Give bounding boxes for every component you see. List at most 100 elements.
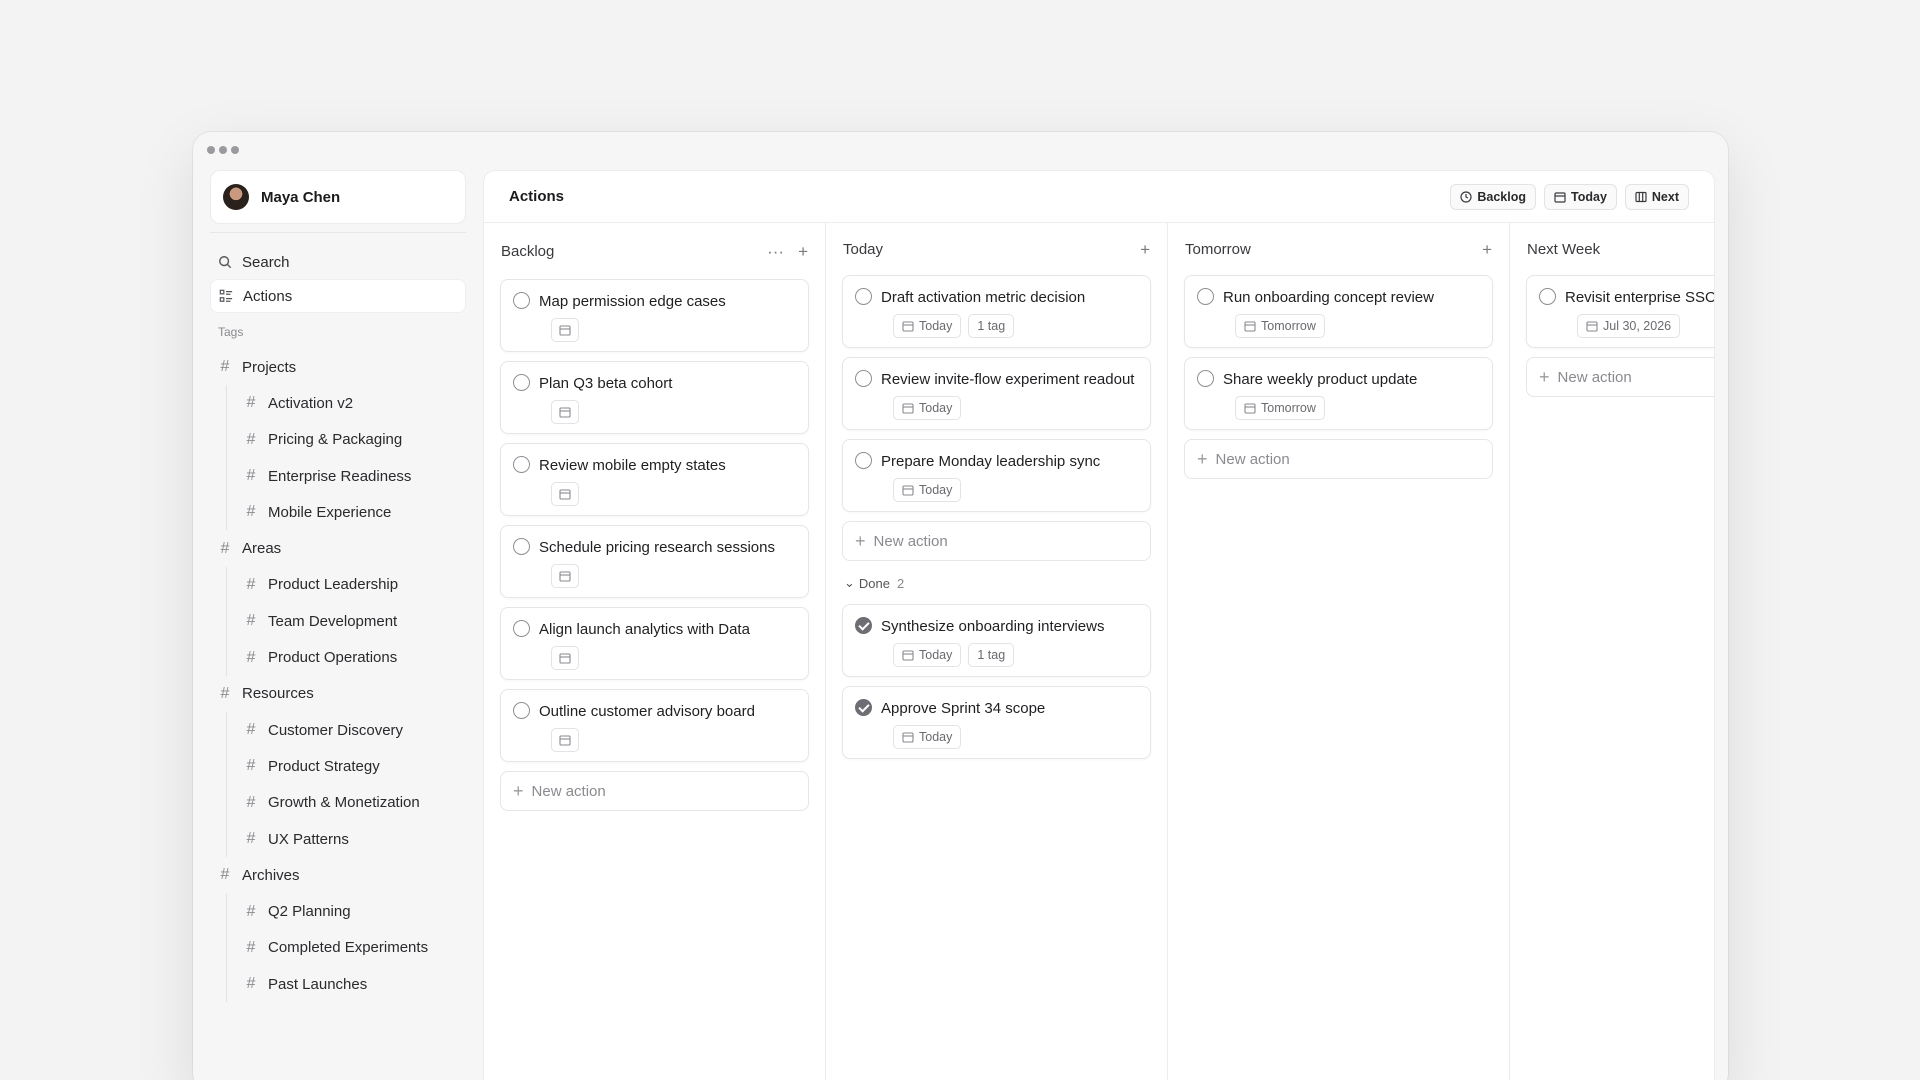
date-picker-chip[interactable] — [551, 482, 579, 506]
tag-pricing-packaging[interactable]: # Pricing & Packaging — [244, 422, 466, 458]
add-icon[interactable]: + — [1482, 241, 1492, 258]
new-action-label: New action — [1215, 450, 1290, 468]
tag-completed-experiments[interactable]: # Completed Experiments — [244, 930, 466, 966]
new-action-button[interactable]: + New action — [1526, 357, 1714, 397]
tag-areas[interactable]: # Areas — [210, 530, 466, 566]
tag-product-operations[interactable]: # Product Operations — [244, 639, 466, 675]
column-today: Today + Draft activation metric decision… — [826, 223, 1168, 1080]
tag-label: Archives — [242, 866, 300, 884]
calendar-icon — [902, 650, 914, 661]
sidebar-divider — [210, 232, 466, 233]
tag-product-strategy[interactable]: # Product Strategy — [244, 748, 466, 784]
checkbox[interactable] — [1539, 288, 1556, 305]
action-card[interactable]: Review invite-flow experiment readout To… — [842, 357, 1151, 430]
tag-product-leadership[interactable]: # Product Leadership — [244, 567, 466, 603]
date-picker-chip[interactable] — [551, 646, 579, 670]
view-next-label: Next — [1651, 189, 1679, 204]
date-chip[interactable]: Today — [893, 725, 962, 749]
action-card[interactable]: Prepare Monday leadership sync Today — [842, 439, 1151, 512]
tag-past-launches[interactable]: # Past Launches — [244, 966, 466, 1002]
action-card[interactable]: Review mobile empty states — [500, 443, 809, 516]
add-icon[interactable]: + — [1140, 241, 1150, 258]
new-action-button[interactable]: + New action — [500, 771, 809, 811]
action-card[interactable]: Draft activation metric decision Today 1… — [842, 275, 1151, 348]
checkbox-checked[interactable] — [855, 617, 872, 634]
action-card-done[interactable]: Approve Sprint 34 scope Today — [842, 686, 1151, 759]
card-title: Plan Q3 beta cohort — [539, 375, 673, 392]
view-today-button[interactable]: Today — [1544, 183, 1617, 210]
action-card[interactable]: Map permission edge cases — [500, 279, 809, 352]
tag-ux-patterns[interactable]: # UX Patterns — [244, 821, 466, 857]
tag-children-projects: # Activation v2 # Pricing & Packaging # Ent… — [226, 385, 466, 531]
nav-actions[interactable]: Actions — [210, 279, 466, 313]
date-picker-chip[interactable] — [551, 318, 579, 342]
window-dot[interactable] — [219, 146, 227, 154]
date-chip[interactable]: Tomorrow — [1235, 314, 1325, 338]
checkbox[interactable] — [855, 370, 872, 387]
tag-label: Pricing & Packaging — [268, 431, 403, 449]
card-title: Map permission edge cases — [539, 293, 726, 310]
date-picker-chip[interactable] — [551, 728, 579, 752]
checkbox[interactable] — [513, 292, 530, 309]
action-card[interactable]: Revisit enterprise SSO Jul 30, 2026 — [1526, 275, 1714, 348]
action-card[interactable]: Plan Q3 beta cohort — [500, 361, 809, 434]
date-picker-chip[interactable] — [551, 564, 579, 588]
date-chip[interactable]: Jul 30, 2026 — [1577, 314, 1681, 338]
main-header: Actions Backlog Today Next — [484, 171, 1714, 223]
checkbox[interactable] — [855, 288, 872, 305]
tag-projects[interactable]: # Projects — [210, 349, 466, 385]
tag-chip[interactable]: 1 tag — [968, 314, 1015, 338]
tag-mobile-experience[interactable]: # Mobile Experience — [244, 494, 466, 530]
checkbox[interactable] — [513, 538, 530, 555]
tag-label: Activation v2 — [268, 394, 354, 412]
more-icon[interactable]: ··· — [767, 243, 784, 260]
view-next-button[interactable]: Next — [1624, 183, 1689, 210]
checkbox[interactable] — [1197, 370, 1214, 387]
date-picker-chip[interactable] — [551, 400, 579, 424]
checkbox[interactable] — [513, 702, 530, 719]
window-controls[interactable] — [207, 146, 239, 154]
date-chip[interactable]: Tomorrow — [1235, 396, 1325, 420]
action-card[interactable]: Run onboarding concept review Tomorrow — [1184, 275, 1493, 348]
date-chip[interactable]: Today — [893, 396, 962, 420]
tag-q2-planning[interactable]: # Q2 Planning — [244, 893, 466, 929]
columns-icon — [1635, 191, 1647, 202]
done-section-toggle[interactable]: ⌄ Done 2 — [844, 575, 1151, 591]
nav-search[interactable]: Search — [210, 245, 466, 279]
date-chip[interactable]: Today — [893, 314, 962, 338]
action-card[interactable]: Share weekly product update Tomorrow — [1184, 357, 1493, 430]
window-dot[interactable] — [207, 146, 215, 154]
checkbox[interactable] — [855, 452, 872, 469]
checkbox[interactable] — [513, 620, 530, 637]
action-card-done[interactable]: Synthesize onboarding interviews Today 1… — [842, 604, 1151, 677]
action-card[interactable]: Align launch analytics with Data — [500, 607, 809, 680]
card-title: Prepare Monday leadership sync — [881, 453, 1101, 470]
checkbox[interactable] — [1197, 288, 1214, 305]
action-card[interactable]: Schedule pricing research sessions — [500, 525, 809, 598]
tag-resources[interactable]: # Resources — [210, 676, 466, 712]
checkbox[interactable] — [513, 456, 530, 473]
action-card[interactable]: Outline customer advisory board — [500, 689, 809, 762]
tag-activation-v2[interactable]: # Activation v2 — [244, 385, 466, 421]
checkbox-checked[interactable] — [855, 699, 872, 716]
tag-growth-monetization[interactable]: # Growth & Monetization — [244, 785, 466, 821]
view-backlog-button[interactable]: Backlog — [1450, 183, 1537, 210]
tag-customer-discovery[interactable]: # Customer Discovery — [244, 712, 466, 748]
new-action-button[interactable]: + New action — [842, 521, 1151, 561]
tag-chip[interactable]: 1 tag — [968, 643, 1015, 667]
date-label: Today — [919, 401, 953, 415]
date-chip[interactable]: Today — [893, 643, 962, 667]
date-label: Today — [919, 483, 953, 497]
window-dot[interactable] — [231, 146, 239, 154]
tag-enterprise-readiness[interactable]: # Enterprise Readiness — [244, 458, 466, 494]
date-chip[interactable]: Today — [893, 478, 962, 502]
tag-archives[interactable]: # Archives — [210, 857, 466, 893]
profile-button[interactable]: Maya Chen — [210, 170, 466, 224]
checkbox[interactable] — [513, 374, 530, 391]
add-icon[interactable]: + — [798, 243, 808, 260]
tag-team-development[interactable]: # Team Development — [244, 603, 466, 639]
hash-icon: # — [220, 358, 230, 376]
calendar-icon — [902, 321, 914, 332]
new-action-button[interactable]: + New action — [1184, 439, 1493, 479]
card-title: Schedule pricing research sessions — [539, 539, 775, 556]
